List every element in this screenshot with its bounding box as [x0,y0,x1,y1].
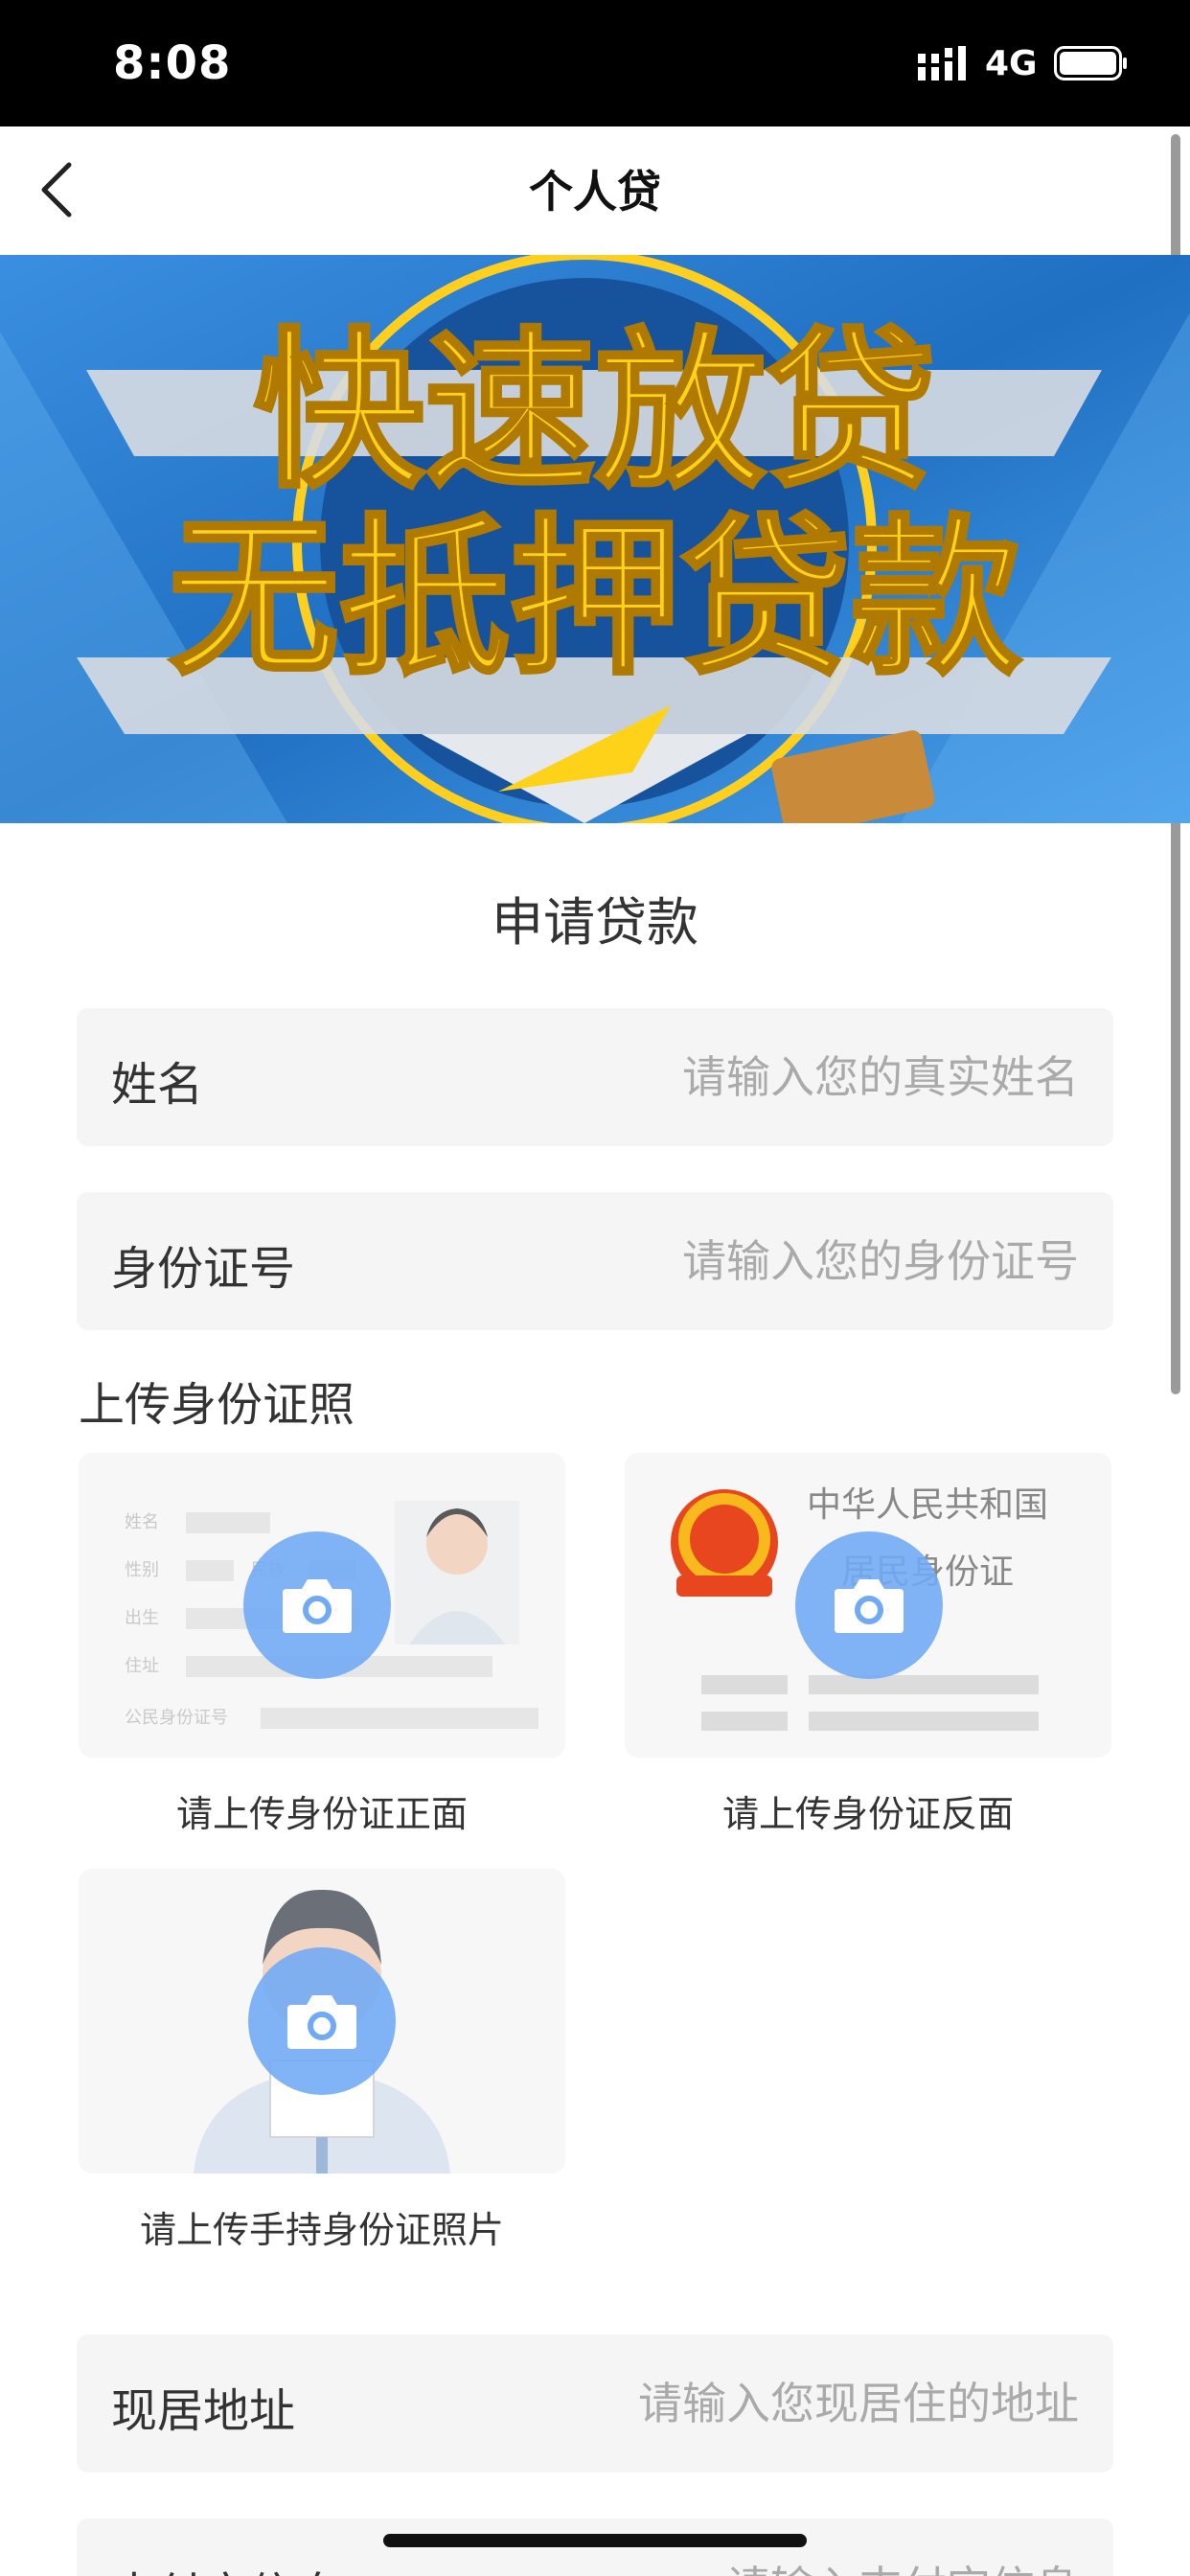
page-title: 个人贷 [529,166,661,218]
name-field: 姓名 [77,1008,1113,1146]
nav-bar: 个人贷 [0,126,1190,255]
battery-icon [1054,46,1127,80]
alipay-input[interactable] [504,2547,1079,2576]
status-time: 8:08 [113,36,232,90]
id-number-label: 身份证号 [111,1242,296,1296]
camera-icon[interactable] [795,1531,943,1679]
address-field: 现居地址 [77,2334,1113,2472]
camera-icon[interactable] [248,1947,396,2095]
address-label: 现居地址 [111,2384,296,2438]
form-title: 申请贷款 [492,892,698,953]
status-bar: 8:08 4G [0,0,1190,126]
holding-id-upload[interactable] [79,1869,565,2174]
name-label: 姓名 [111,1058,204,1112]
id-back-caption: 请上传身份证反面 [721,1793,1014,1835]
sample-field-address: 住址 [125,1656,159,1676]
id-back-upload[interactable]: 中华人民共和国 居民身份证 [625,1453,1111,1758]
banner-line-2: 无抵押贷款 [169,499,1021,698]
banner-line-1: 快速放贷 [254,312,936,511]
sample-field-name: 姓名 [125,1512,159,1532]
holding-id-caption: 请上传手持身份证照片 [139,2209,504,2251]
promo-banner[interactable]: 快速放贷 无抵押贷款 [0,255,1190,823]
id-front-caption: 请上传身份证正面 [175,1793,468,1835]
address-input[interactable] [504,2363,1079,2444]
alipay-label: 支付宝信息 [111,2557,341,2576]
sample-field-birth: 出生 [125,1608,159,1628]
id-number-field: 身份证号 [77,1192,1113,1330]
camera-icon[interactable] [243,1531,391,1679]
sample-field-gender: 性别 [125,1560,159,1580]
name-input[interactable] [504,1037,1079,1117]
id-front-upload[interactable]: 姓名 性别 民族 出生 住址 公民身份证号 [79,1453,565,1758]
sample-field-id-number: 公民身份证号 [125,1708,228,1728]
upload-section-title: 上传身份证照 [79,1378,355,1432]
id-number-input[interactable] [504,1221,1079,1301]
sample-country-name: 中华人民共和国 [807,1485,1048,1525]
signal-icon [918,46,966,80]
home-indicator [383,2534,807,2547]
alipay-field: 支付宝信息 [77,2518,1113,2576]
network-type: 4G [985,44,1038,83]
